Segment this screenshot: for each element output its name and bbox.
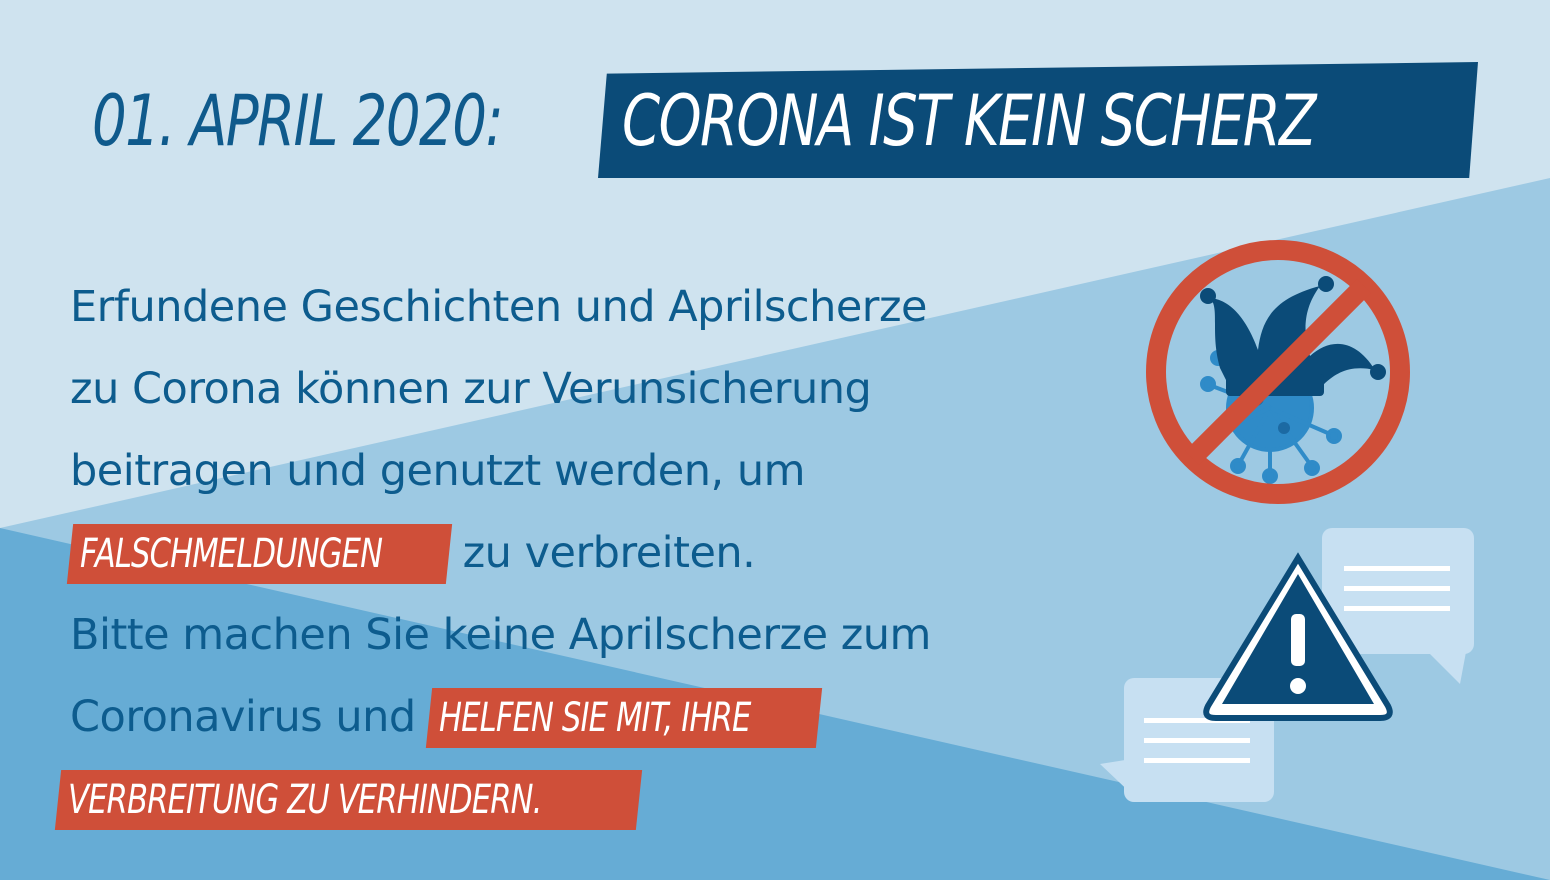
headline-title: CORONA IST KEIN SCHERZ [622,80,1317,162]
body-line-4-rest: zu verbreiten. [462,528,756,578]
body-line-6-start: Coronavirus und [70,692,416,742]
body-line-3: beitragen und genutzt werden, um [70,446,805,496]
highlight-falschmeldungen: FALSCHMELDUNGEN [66,524,453,584]
body-line-5: Bitte machen Sie keine Aprilscherze zum [70,610,931,660]
chat-warning-group [1100,528,1474,802]
body-line-2: zu Corona können zur Verunsicherung [70,364,872,414]
highlight-verbreitung: VERBREITUNG ZU VERHINDERN. [54,770,643,830]
highlight-helfen: HELFEN SIE MIT, IHRE [425,688,823,748]
body-text: Erfundene Geschichten und Aprilscherze z… [54,266,1120,840]
body-line-4: FALSCHMELDUNGEN zu verbreiten. [66,512,1120,594]
no-jester-virus-icon [1146,240,1410,504]
body-line-7: VERBREITUNG ZU VERHINDERN. [54,758,1120,840]
body-line-1: Erfundene Geschichten und Aprilscherze [70,282,927,332]
infographic: 01. APRIL 2020: CORONA IST KEIN SCHERZ E… [0,0,1550,880]
body-line-6: Coronavirus und HELFEN SIE MIT, IHRE [70,676,1120,758]
headline-date: 01. APRIL 2020: [92,80,504,162]
